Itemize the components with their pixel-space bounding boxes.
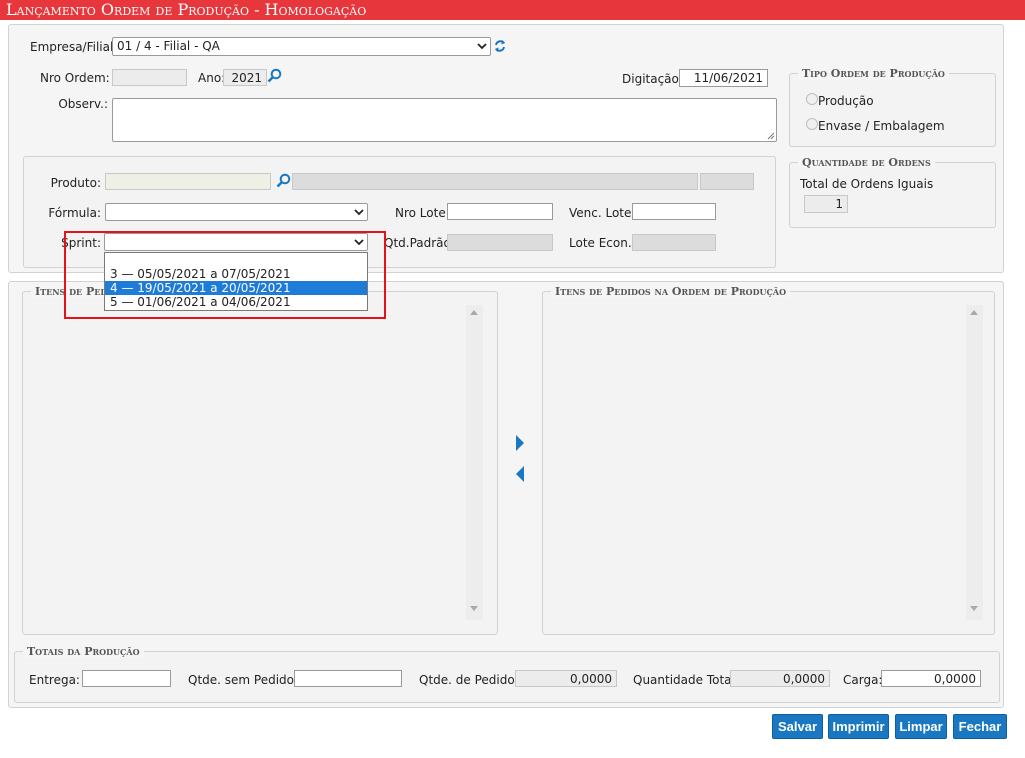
itens-ordem-panel (542, 291, 995, 635)
scroll-down-icon[interactable] (470, 606, 478, 611)
nro-lote-field[interactable] (447, 203, 553, 220)
nro-ordem-field[interactable] (112, 69, 187, 86)
qtde-sem-pedidos-field[interactable] (294, 670, 402, 687)
qtde-pedidos-label: Qtde. de Pedidos: (419, 673, 525, 687)
itens-ordem-legend: Itens de Pedidos na Ordem de Produção (551, 285, 791, 298)
entrega-label: Entrega: (29, 673, 80, 687)
quantidade-total-field: 0,0000 (730, 670, 830, 687)
radio-producao-label: Produção (818, 94, 874, 108)
tipo-ordem-legend: Tipo Ordem de Produção (798, 67, 949, 80)
lote-econ-label: Lote Econ.: (569, 236, 636, 250)
itens-pedidos-panel (22, 291, 498, 635)
digitacao-field[interactable]: 11/06/2021 (679, 69, 768, 87)
lote-econ-field (632, 234, 716, 251)
imprimir-button[interactable]: Imprimir (828, 714, 889, 739)
digitacao-label: Digitação: (622, 72, 683, 86)
chevron-down-icon (477, 43, 487, 50)
resize-handle-icon[interactable] (766, 131, 775, 140)
itens-ordem-scrollbar[interactable] (966, 305, 983, 620)
formula-label: Fórmula: (48, 206, 101, 220)
produto-unit-field (700, 173, 754, 190)
observ-label: Observ.: (58, 97, 108, 111)
total-ordens-field[interactable]: 1 (804, 195, 848, 213)
ano-label: Ano: (198, 71, 226, 85)
fechar-button[interactable]: Fechar (953, 714, 1007, 739)
empresa-label: Empresa/Filial: (30, 40, 118, 54)
move-left-icon[interactable] (514, 466, 526, 482)
entrega-field[interactable] (82, 670, 171, 687)
totais-legend: Totais da Produção (23, 645, 144, 658)
window-title: Lançamento Ordem de Produção - Homologaç… (0, 0, 1025, 20)
limpar-button[interactable]: Limpar (895, 714, 947, 739)
quantidade-total-label: Quantidade Total: (633, 673, 739, 687)
venc-lote-field[interactable] (632, 203, 716, 220)
produto-label: Produto: (50, 176, 101, 190)
chevron-down-icon (354, 209, 364, 216)
scroll-up-icon[interactable] (470, 310, 478, 315)
salvar-button[interactable]: Salvar (772, 714, 823, 739)
observ-textarea[interactable] (112, 98, 777, 142)
formula-select[interactable] (105, 203, 368, 221)
nro-ordem-label: Nro Ordem: (40, 71, 110, 85)
empresa-select[interactable]: 01 / 4 - Filial - QA (112, 37, 491, 56)
refresh-icon[interactable] (493, 38, 507, 54)
scroll-up-icon[interactable] (970, 310, 978, 315)
carga-label: Carga: (843, 673, 883, 687)
search-icon[interactable] (267, 68, 282, 83)
empresa-value: 01 / 4 - Filial - QA (117, 39, 220, 53)
tipo-ordem-panel (789, 73, 996, 147)
move-right-icon[interactable] (514, 435, 526, 451)
radio-envase[interactable] (806, 118, 818, 130)
total-ordens-label: Total de Ordens Iguais (800, 177, 934, 191)
radio-envase-label: Envase / Embalagem (818, 119, 945, 133)
produto-code-field[interactable] (105, 173, 271, 190)
carga-field[interactable]: 0,0000 (881, 670, 981, 687)
radio-producao[interactable] (806, 93, 818, 105)
qtde-sem-pedidos-label: Qtde. sem Pedidos: (188, 673, 305, 687)
produto-description-field (292, 173, 698, 190)
scroll-down-icon[interactable] (970, 606, 978, 611)
nro-lote-label: Nro Lote: (395, 206, 450, 220)
produto-search-icon[interactable] (276, 173, 291, 188)
itens-pedidos-scrollbar[interactable] (466, 305, 483, 620)
ano-field[interactable]: 2021 (223, 69, 267, 86)
annotation-highlight-box (64, 231, 386, 319)
qtd-padrao-label: Qtd.Padrão: (384, 236, 455, 250)
quantidade-ordens-legend: Quantidade de Ordens (798, 156, 935, 169)
qtd-padrao-field (447, 234, 553, 251)
qtde-pedidos-field: 0,0000 (515, 670, 617, 687)
venc-lote-label: Venc. Lote: (569, 206, 636, 220)
